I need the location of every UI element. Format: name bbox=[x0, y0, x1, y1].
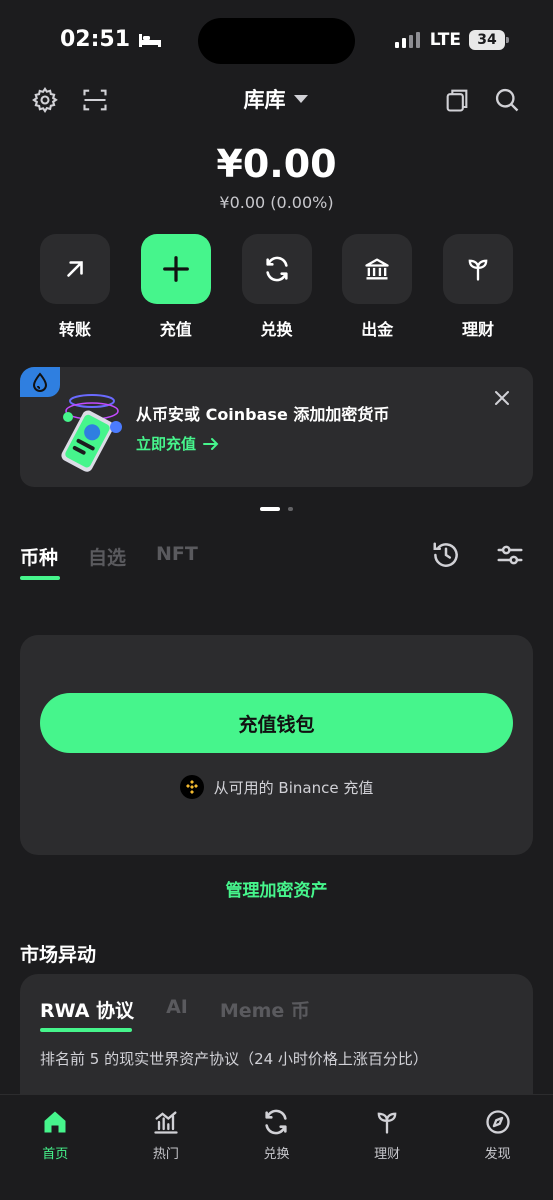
quick-actions: 转账 充值 兑换 出金 理财 bbox=[40, 234, 513, 340]
search-icon[interactable] bbox=[491, 84, 523, 116]
status-time-group: 02:51 bbox=[60, 27, 162, 52]
earn-button[interactable] bbox=[443, 234, 513, 304]
market-movers-title: 市场异动 bbox=[20, 944, 97, 966]
chart-icon bbox=[151, 1107, 181, 1137]
swap-icon bbox=[265, 256, 288, 282]
bed-icon bbox=[139, 33, 162, 47]
nav-earn[interactable]: 理财 bbox=[332, 1095, 443, 1200]
nav-discover-label: 发现 bbox=[484, 1147, 511, 1162]
banner-title: 从币安或 Coinbase 添加加密货币 bbox=[136, 405, 390, 424]
phone-illustration-icon bbox=[61, 394, 122, 472]
tab-coins[interactable]: 币种 bbox=[20, 543, 61, 580]
deposit-button[interactable] bbox=[140, 234, 211, 304]
swap-icon bbox=[261, 1107, 291, 1137]
battery-icon: 34 bbox=[469, 30, 509, 50]
plus-icon bbox=[162, 256, 189, 282]
copy-icon[interactable] bbox=[441, 84, 473, 116]
withdraw-label: 出金 bbox=[361, 320, 394, 339]
filter-sliders-icon[interactable] bbox=[495, 540, 525, 570]
arrow-right-icon bbox=[203, 437, 219, 450]
asset-tabs: 币种 自选 NFT bbox=[20, 543, 198, 580]
withdraw-action[interactable]: 出金 bbox=[342, 234, 413, 340]
history-icon[interactable] bbox=[431, 540, 461, 570]
nav-trending-label: 热门 bbox=[152, 1147, 179, 1162]
binance-deposit-text: 从可用的 Binance 充值 bbox=[213, 778, 374, 797]
sprout-icon bbox=[468, 259, 488, 281]
compass-icon bbox=[483, 1107, 513, 1137]
close-icon[interactable] bbox=[491, 387, 513, 409]
binance-deposit-option[interactable]: 从可用的 Binance 充值 bbox=[20, 775, 533, 799]
dynamic-island bbox=[198, 18, 355, 64]
nav-discover[interactable]: 发现 bbox=[442, 1095, 553, 1200]
banner-pagination bbox=[0, 507, 553, 511]
earn-label: 理财 bbox=[461, 320, 494, 339]
transfer-label: 转账 bbox=[58, 320, 91, 339]
swap-label: 兑换 bbox=[260, 320, 293, 339]
promo-banner[interactable]: 从币安或 Coinbase 添加加密货币 立即充值 bbox=[20, 367, 533, 487]
signal-icon bbox=[394, 32, 420, 48]
nav-swap[interactable]: 兑换 bbox=[221, 1095, 332, 1200]
transfer-action[interactable]: 转账 bbox=[40, 234, 110, 340]
binance-logo-icon bbox=[179, 775, 204, 799]
status-time: 02:51 bbox=[60, 27, 131, 52]
status-bar: 02:51 LTE 34 bbox=[0, 0, 553, 80]
banner-link-label: 立即充值 bbox=[136, 435, 197, 453]
sprout-icon bbox=[372, 1107, 402, 1137]
caret-down-icon bbox=[293, 95, 308, 103]
network-label: LTE bbox=[429, 30, 461, 50]
swap-button[interactable] bbox=[241, 234, 312, 304]
status-right: LTE 34 bbox=[394, 30, 509, 50]
withdraw-button[interactable] bbox=[342, 234, 413, 304]
manage-assets-link[interactable]: 管理加密资产 bbox=[0, 876, 553, 901]
battery-level: 34 bbox=[477, 32, 497, 48]
pagination-dot bbox=[288, 507, 293, 511]
total-balance: ¥0.00 bbox=[216, 142, 337, 186]
deposit-label: 充值 bbox=[159, 320, 192, 339]
tab-tools bbox=[431, 540, 525, 570]
top-header: 库库 bbox=[0, 78, 553, 122]
tab-nft[interactable]: NFT bbox=[156, 543, 198, 570]
transfer-button[interactable] bbox=[40, 234, 110, 304]
market-movers-card: RWA 协议 AI Meme 币 排名前 5 的现实世界资产协议（24 小时价格… bbox=[20, 974, 533, 1114]
nav-home[interactable]: 首页 bbox=[0, 1095, 111, 1200]
earn-action[interactable]: 理财 bbox=[443, 234, 513, 340]
tab-meme[interactable]: Meme 币 bbox=[220, 996, 310, 1023]
arrow-up-right-icon bbox=[67, 261, 83, 277]
bank-icon bbox=[365, 258, 389, 280]
tab-watchlist[interactable]: 自选 bbox=[88, 543, 126, 570]
home-icon bbox=[40, 1107, 70, 1137]
pagination-dot-active bbox=[260, 507, 280, 511]
nav-trending[interactable]: 热门 bbox=[111, 1095, 222, 1200]
nav-earn-label: 理财 bbox=[374, 1147, 401, 1162]
fund-wallet-button[interactable]: 充值钱包 bbox=[40, 693, 513, 753]
tab-ai[interactable]: AI bbox=[166, 996, 188, 1023]
balance-change: ¥0.00 (0.00%) bbox=[219, 193, 334, 212]
nav-swap-label: 兑换 bbox=[263, 1147, 290, 1162]
nav-home-label: 首页 bbox=[42, 1147, 69, 1162]
tab-rwa[interactable]: RWA 协议 bbox=[40, 996, 134, 1032]
market-description: 排名前 5 的现实世界资产协议（24 小时价格上涨百分比） bbox=[40, 1050, 428, 1068]
swap-action[interactable]: 兑换 bbox=[241, 234, 312, 340]
bottom-navigation: 首页 热门 兑换 理财 发现 bbox=[0, 1094, 553, 1200]
banner-deposit-link[interactable]: 立即充值 bbox=[136, 433, 220, 454]
wallet-name: 库库 bbox=[243, 88, 286, 112]
market-tabs: RWA 协议 AI Meme 币 bbox=[40, 996, 310, 1032]
deposit-action[interactable]: 充值 bbox=[140, 234, 211, 340]
empty-wallet-card: 充值钱包 从可用的 Binance 充值 bbox=[20, 635, 533, 855]
